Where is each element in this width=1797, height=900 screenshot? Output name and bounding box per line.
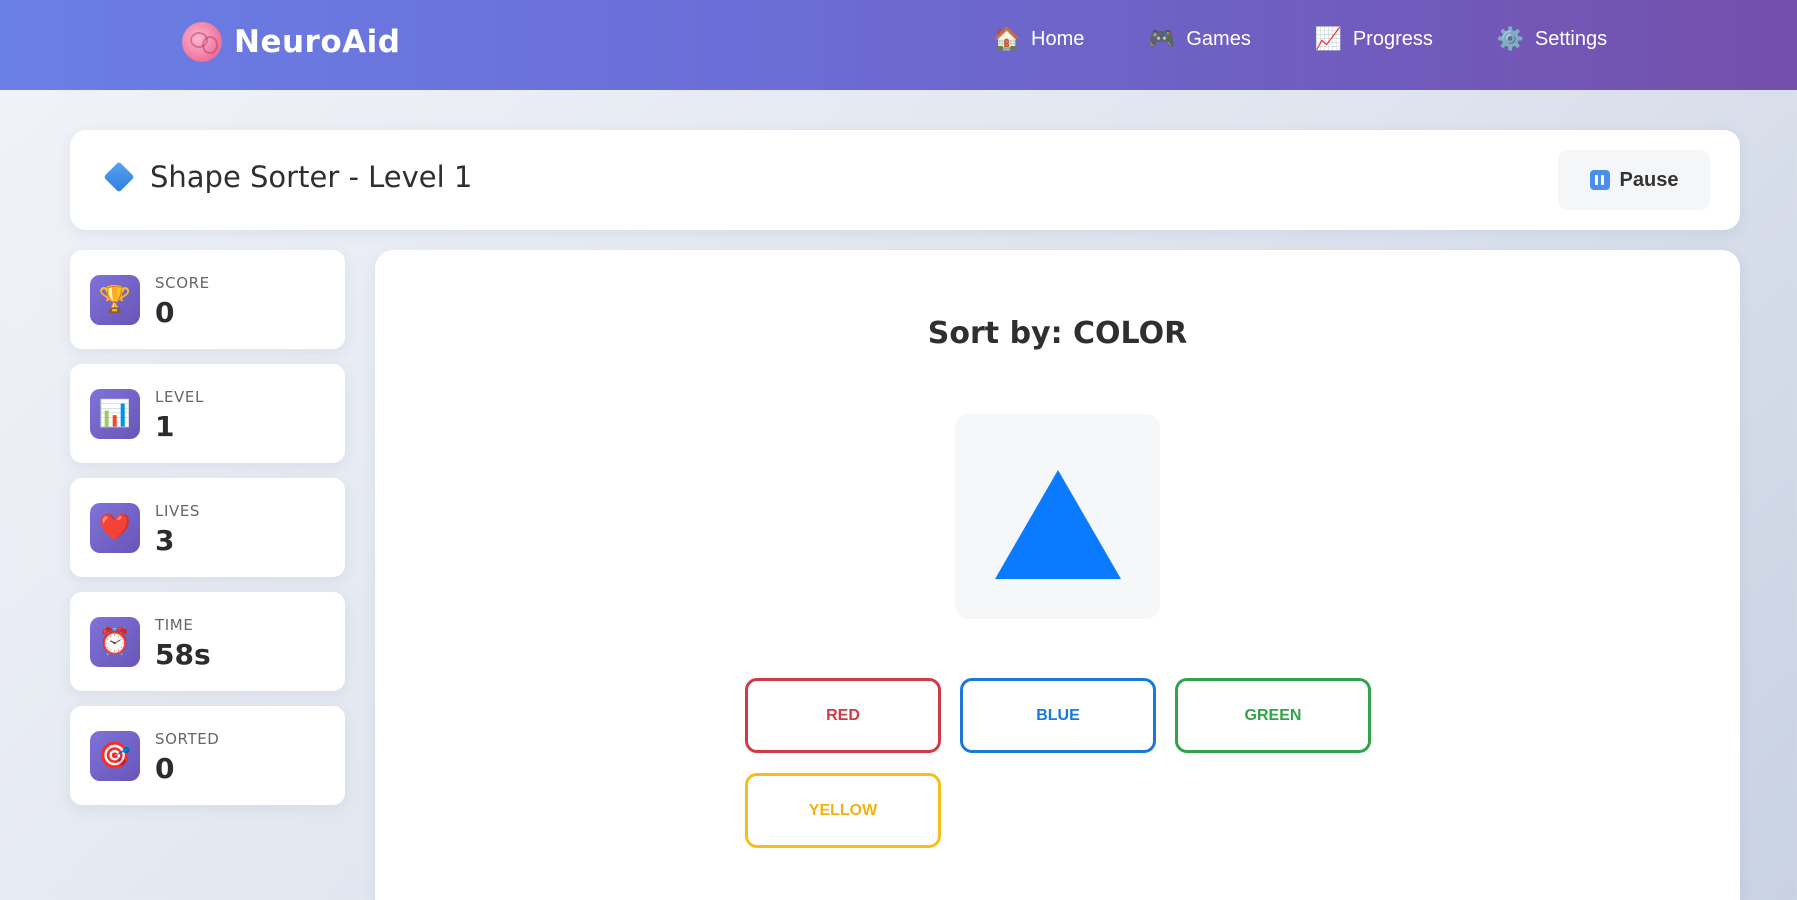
stat-card-time: ⏰ TIME 58s [70,592,345,691]
page-title: Shape Sorter - Level 1 [150,160,473,194]
option-yellow-button[interactable]: YELLOW [745,773,941,848]
main-nav: 🏠 Home 🎮 Games 📈 Progress ⚙️ Settings [993,26,1607,52]
pause-label: Pause [1619,168,1679,191]
nav-item-label: Games [1186,27,1251,50]
diamond-icon [103,161,135,193]
option-red-button[interactable]: RED [745,678,941,753]
stat-value: 0 [155,752,175,785]
nav-item-label: Settings [1534,27,1608,50]
stat-label: LIVES [155,502,201,520]
stat-value: 3 [155,524,175,557]
app-name: NeuroAid [234,24,401,60]
option-green-button[interactable]: GREEN [1175,678,1371,753]
stat-value: 1 [155,410,175,443]
nav-item-label: Progress [1352,27,1433,50]
stat-value: 58s [155,638,211,671]
triangle-shape [995,470,1121,579]
stat-label: LEVEL [155,388,204,406]
game-panel: Sort by: COLOR RED BLUE GREEN YELLOW [375,250,1740,900]
option-blue-button[interactable]: BLUE [960,678,1156,753]
target-icon: 🎯 [90,731,140,781]
home-icon: 🏠 [993,26,1021,51]
nav-item-settings[interactable]: ⚙️ Settings [1497,26,1607,52]
pause-icon [1589,170,1610,190]
stat-label: SCORE [155,274,210,292]
stat-card-score: 🏆 SCORE 0 [70,250,345,349]
trophy-icon: 🏆 [90,275,140,325]
bar-chart-icon: 📊 [90,389,140,439]
brain-icon [182,22,222,62]
nav-item-label: Home [1031,27,1085,50]
current-shape-box [955,414,1160,619]
stat-label: TIME [155,616,194,634]
pause-button[interactable]: Pause [1558,150,1710,210]
stat-card-lives: ❤️ LIVES 3 [70,478,345,577]
alarm-clock-icon: ⏰ [90,617,140,667]
game-controller-icon: 🎮 [1148,26,1176,51]
top-navbar: NeuroAid 🏠 Home 🎮 Games 📈 Progress ⚙️ Se… [0,0,1797,90]
chart-increasing-icon: 📈 [1314,26,1343,51]
nav-item-progress[interactable]: 📈 Progress [1315,26,1433,52]
stat-card-sorted: 🎯 SORTED 0 [70,706,345,805]
stat-label: SORTED [155,730,220,748]
game-title-wrap: Shape Sorter - Level 1 [102,160,472,194]
nav-item-games[interactable]: 🎮 Games [1148,26,1250,52]
game-title-card: Shape Sorter - Level 1 Pause [70,130,1740,230]
stat-card-level: 📊 LEVEL 1 [70,364,345,463]
gear-icon: ⚙️ [1496,26,1525,51]
nav-item-home[interactable]: 🏠 Home [993,26,1084,52]
heart-icon: ❤️ [90,503,140,553]
stat-value: 0 [155,296,175,329]
brand[interactable]: NeuroAid [182,22,400,62]
sort-prompt: Sort by: COLOR [927,316,1188,351]
